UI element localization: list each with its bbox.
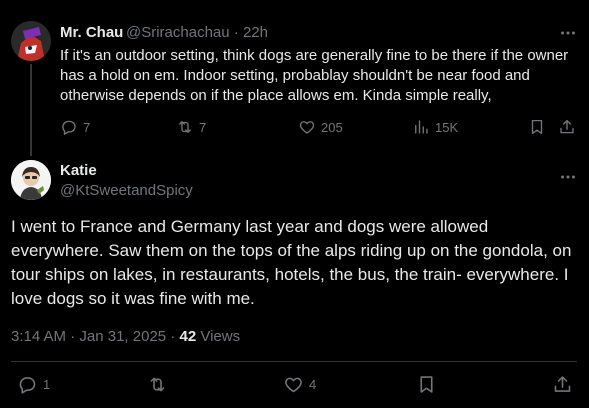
heart-icon — [298, 118, 316, 136]
like-count: 4 — [309, 377, 317, 392]
more-icon[interactable] — [559, 24, 577, 42]
reply-author-name[interactable]: Mr. Chau — [60, 24, 123, 41]
avatar[interactable] — [11, 21, 51, 61]
avatar[interactable] — [11, 160, 51, 200]
more-icon[interactable] — [559, 168, 577, 186]
thread-line — [30, 64, 32, 156]
repost-icon — [176, 118, 194, 136]
views-button[interactable]: 15K — [412, 118, 458, 136]
bookmark-button[interactable] — [528, 118, 546, 136]
post-text: I went to France and Germany last year a… — [11, 217, 572, 308]
reply-time[interactable]: 22h — [243, 24, 268, 41]
like-button[interactable]: 205 — [298, 118, 343, 136]
meta-separator: · — [233, 24, 239, 41]
post-time[interactable]: 3:14 AM — [11, 328, 66, 345]
post-views-count: 42 — [179, 328, 197, 345]
reply-text: If it's an outdoor setting, think dogs a… — [60, 47, 569, 104]
bookmark-icon — [528, 118, 546, 136]
reply-author-meta: @Srirachachau · 22h — [126, 24, 268, 41]
views-icon — [412, 118, 430, 136]
repost-button[interactable]: 7 — [176, 118, 206, 136]
views-count: 15K — [435, 119, 459, 135]
reply-button[interactable]: 7 — [60, 118, 90, 136]
bookmark-icon — [416, 374, 437, 395]
reply-action-bar: 7 7 205 15K — [60, 118, 580, 138]
like-count: 205 — [321, 119, 343, 135]
post-author-handle[interactable]: @KtSweetandSpicy — [60, 182, 193, 199]
reply-icon — [17, 374, 38, 395]
post-action-bar: 1 4 — [11, 374, 577, 398]
share-button[interactable] — [552, 374, 573, 395]
reply-author-handle[interactable]: @Srirachachau — [126, 24, 230, 41]
divider — [11, 361, 577, 362]
meta-separator: · — [170, 328, 176, 345]
meta-separator: · — [70, 328, 76, 345]
share-button[interactable] — [558, 118, 576, 136]
post-meta: 3:14 AM · Jan 31, 2025 · 42 Views — [11, 328, 240, 345]
heart-icon — [283, 374, 304, 395]
post-date[interactable]: Jan 31, 2025 — [79, 328, 166, 345]
post-author-name[interactable]: Katie — [60, 162, 97, 179]
like-button[interactable]: 4 — [283, 374, 316, 395]
reply-icon — [60, 118, 78, 136]
reply-count: 7 — [83, 119, 91, 135]
repost-button[interactable] — [147, 374, 168, 395]
reply-button[interactable]: 1 — [17, 374, 50, 395]
share-icon — [552, 374, 573, 395]
repost-icon — [147, 374, 168, 395]
reply-count: 1 — [43, 377, 51, 392]
post-views-label: Views — [200, 328, 241, 345]
share-icon — [558, 118, 576, 136]
bookmark-button[interactable] — [416, 374, 437, 395]
repost-count: 7 — [199, 119, 207, 135]
